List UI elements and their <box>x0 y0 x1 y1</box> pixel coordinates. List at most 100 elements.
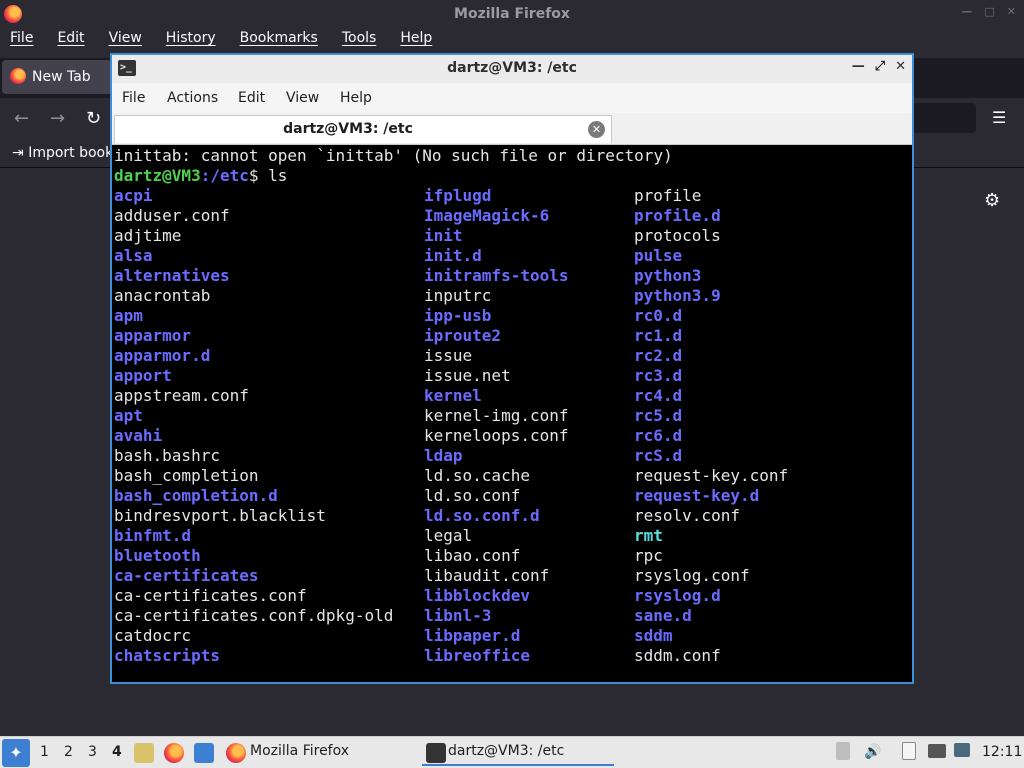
terminal-menu-file[interactable]: File <box>122 90 145 106</box>
ls-entry: alternatives <box>114 266 230 285</box>
ls-entry: libpaper.d <box>424 626 521 645</box>
prompt-path: :/etc <box>200 166 249 185</box>
ls-entry: kernel-img.conf <box>424 406 569 425</box>
ls-entry: python3 <box>634 266 702 285</box>
firefox-launcher-icon[interactable] <box>164 743 184 763</box>
gear-icon[interactable]: ⚙ <box>984 190 1000 211</box>
firefox-url-bar[interactable] <box>912 103 976 133</box>
import-bookmarks-label: Import book <box>28 145 114 161</box>
ls-entry: pulse <box>634 246 683 265</box>
import-bookmarks-link[interactable]: ⇥ Import book <box>12 145 113 161</box>
task-terminal[interactable]: dartz@VM3: /etc <box>422 740 614 766</box>
ls-entry: apt <box>114 406 143 425</box>
ls-entry: anacrontab <box>114 286 211 305</box>
ls-entry: sane.d <box>634 606 692 625</box>
workspace-1[interactable]: 1 <box>40 744 49 760</box>
notes-icon[interactable] <box>902 742 916 760</box>
file-manager-icon[interactable] <box>134 743 154 763</box>
task-firefox-label: Mozilla Firefox <box>250 743 350 759</box>
terminal-output[interactable]: inittab: cannot open `inittab' (No such … <box>112 146 912 682</box>
ls-entry: ca-certificates.conf.dpkg-old <box>114 606 394 625</box>
ls-entry: sddm <box>634 626 673 645</box>
prompt-user: dartz@VM3 <box>114 166 201 185</box>
ls-entry: bash_completion.d <box>114 486 278 505</box>
ls-entry: bindresvport.blacklist <box>114 506 326 525</box>
ls-entry: ld.so.conf.d <box>424 506 540 525</box>
error-line: inittab: cannot open `inittab' (No such … <box>114 146 673 165</box>
ls-entry: rc4.d <box>634 386 683 405</box>
desktop: Mozilla Firefox — □ ✕ File Edit View His… <box>0 0 1024 768</box>
ls-entry: apparmor <box>114 326 192 345</box>
tab-close-icon[interactable]: ✕ <box>588 121 605 138</box>
firefox-menu-edit[interactable]: Edit <box>57 30 84 52</box>
ls-entry: protocols <box>634 226 721 245</box>
firefox-menu-file[interactable]: File <box>10 30 33 52</box>
ls-entry: profile.d <box>634 206 721 225</box>
ls-entry: kernel <box>424 386 482 405</box>
terminal-tab[interactable]: dartz@VM3: /etc ✕ <box>114 115 612 143</box>
network-icon[interactable] <box>954 743 970 757</box>
ls-entry: bash.bashrc <box>114 446 220 465</box>
ls-entry: adduser.conf <box>114 206 230 225</box>
volume-icon[interactable]: 🔊 <box>864 744 881 760</box>
ls-entry: alsa <box>114 246 153 265</box>
terminal-tab-label: dartz@VM3: /etc <box>283 121 413 137</box>
ls-entry: libblockdev <box>424 586 530 605</box>
ls-entry: bash_completion <box>114 466 259 485</box>
back-arrow-icon[interactable]: ← <box>14 108 29 129</box>
ls-entry: apparmor.d <box>114 346 211 365</box>
terminal-menu-help[interactable]: Help <box>340 90 372 106</box>
ls-entry: rcS.d <box>634 446 683 465</box>
ls-entry: request-key.d <box>634 486 760 505</box>
ls-entry: sddm.conf <box>634 646 721 665</box>
ls-entry: rmt <box>634 526 663 545</box>
firefox-menubar: File Edit View History Bookmarks Tools H… <box>0 30 1024 52</box>
ls-entry: rpc <box>634 546 663 565</box>
ls-entry: rsyslog.conf <box>634 566 750 585</box>
keyboard-icon[interactable] <box>928 744 946 758</box>
ls-entry: ldap <box>424 446 463 465</box>
minimize-icon[interactable]: — <box>852 59 865 74</box>
terminal-menu-edit[interactable]: Edit <box>238 90 265 106</box>
ls-entry: ifplugd <box>424 186 492 205</box>
desktop-icon[interactable] <box>194 743 214 763</box>
firefox-menu-history[interactable]: History <box>166 30 216 52</box>
ls-entry: ca-certificates <box>114 566 259 585</box>
forward-arrow-icon[interactable]: → <box>50 108 65 129</box>
close-icon[interactable]: ✕ <box>895 59 906 74</box>
ls-entry: binfmt.d <box>114 526 192 545</box>
workspace-3[interactable]: 3 <box>88 744 97 760</box>
firefox-menu-tools[interactable]: Tools <box>342 30 377 52</box>
firefox-menu-bookmarks[interactable]: Bookmarks <box>240 30 318 52</box>
terminal-menubar: File Actions Edit View Help <box>112 83 912 113</box>
clock: 12:11 <box>982 744 1023 760</box>
ls-entry: ImageMagick-6 <box>424 206 550 225</box>
ls-entry: appstream.conf <box>114 386 249 405</box>
firefox-window-title: Mozilla Firefox <box>454 6 570 22</box>
hamburger-menu-icon[interactable]: ☰ <box>992 108 1006 127</box>
clipboard-icon[interactable] <box>836 742 850 760</box>
reload-icon[interactable]: ↻ <box>86 108 101 129</box>
ls-entry: resolv.conf <box>634 506 740 525</box>
terminal-menu-actions[interactable]: Actions <box>167 90 218 106</box>
close-icon[interactable]: ✕ <box>1007 5 1016 18</box>
firefox-menu-view[interactable]: View <box>109 30 142 52</box>
terminal-window-title: dartz@VM3: /etc <box>447 60 577 76</box>
maximize-icon[interactable]: ⤢ <box>875 59 885 74</box>
workspace-4[interactable]: 4 <box>112 744 122 760</box>
terminal-menu-view[interactable]: View <box>286 90 319 106</box>
workspace-2[interactable]: 2 <box>64 744 73 760</box>
start-menu-icon[interactable]: ✦ <box>2 739 30 767</box>
ls-entry: bluetooth <box>114 546 201 565</box>
minimize-icon[interactable]: — <box>961 5 972 18</box>
firefox-tab-new-tab[interactable]: New Tab <box>2 60 112 94</box>
task-terminal-label: dartz@VM3: /etc <box>448 743 565 759</box>
task-firefox[interactable]: Mozilla Firefox <box>224 740 414 766</box>
ls-entry: libaudit.conf <box>424 566 550 585</box>
ls-entry: initramfs-tools <box>424 266 569 285</box>
ls-entry: ipp-usb <box>424 306 492 325</box>
ls-entry: acpi <box>114 186 153 205</box>
maximize-icon[interactable]: □ <box>984 5 994 18</box>
firefox-menu-help[interactable]: Help <box>400 30 432 52</box>
firefox-tab-icon <box>10 68 26 84</box>
